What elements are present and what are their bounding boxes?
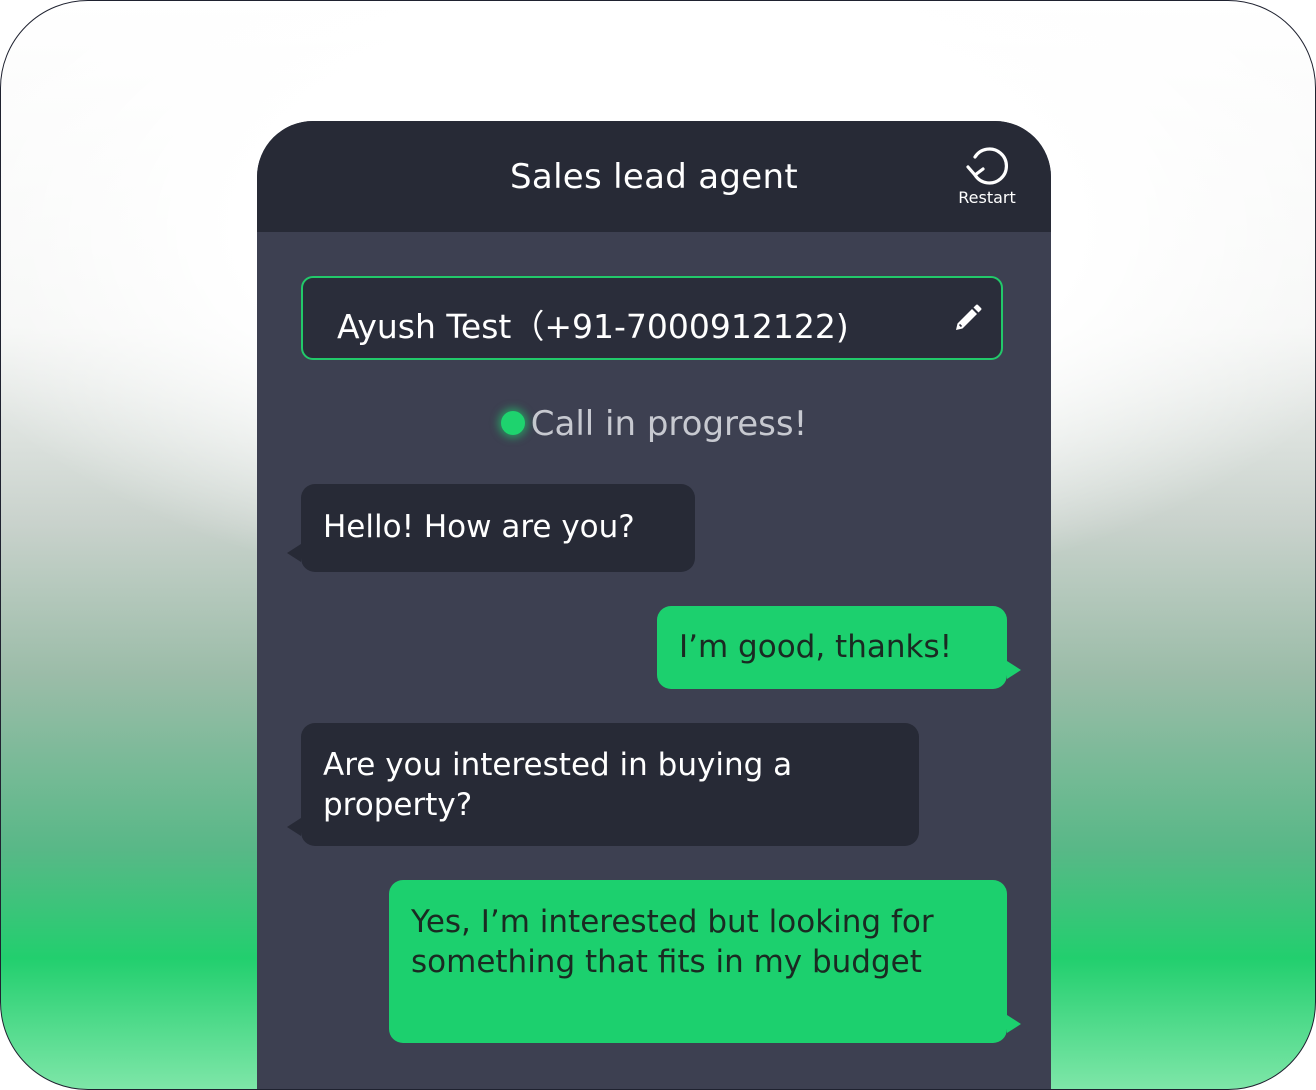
contact-field[interactable]: Ayush Test（+91-7000912122) xyxy=(301,276,1003,360)
message-bubble-agent: Hello! How are you? xyxy=(287,484,695,572)
message-text: Are you interested in buying a property? xyxy=(323,747,793,823)
chat-title: Sales lead agent xyxy=(510,157,798,197)
chat-header: Sales lead agent Restart xyxy=(257,121,1051,232)
chat-panel: Sales lead agent Restart Ayush Test（+91-… xyxy=(257,121,1051,1089)
status-text: Call in progress! xyxy=(530,404,808,444)
message-bubble-user: Yes, I’m interested but looking for some… xyxy=(389,880,1021,1043)
contact-name-phone: Ayush Test（+91-7000912122) xyxy=(337,307,849,346)
background-frame: Sales lead agent Restart Ayush Test（+91-… xyxy=(0,0,1316,1090)
restart-icon xyxy=(966,147,1009,185)
message-bubble-agent: Are you interested in buying a property? xyxy=(287,723,919,846)
message-text: Yes, I’m interested but looking for some… xyxy=(411,904,934,980)
status-indicator-dot xyxy=(500,410,525,435)
call-status: Call in progress! xyxy=(257,404,1051,444)
pencil-icon[interactable] xyxy=(949,301,985,337)
message-text: Hello! How are you? xyxy=(323,509,635,545)
restart-label: Restart xyxy=(958,188,1016,207)
message-text: I’m good, thanks! xyxy=(679,629,953,665)
message-bubble-user: I’m good, thanks! xyxy=(657,606,1021,689)
restart-button[interactable]: Restart xyxy=(947,145,1027,207)
